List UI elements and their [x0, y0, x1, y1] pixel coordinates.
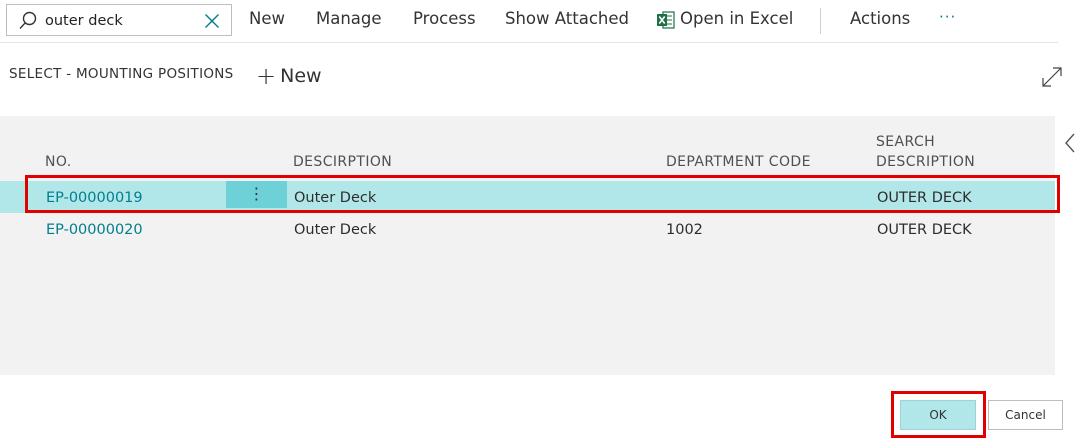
plus-icon: + [256, 62, 277, 90]
ok-button-highlight [891, 391, 986, 438]
row-description: Outer Deck [294, 222, 377, 238]
row-search-description: OUTER DECK [877, 222, 972, 238]
toolbar-open-in-excel-button[interactable]: Open in Excel [680, 9, 793, 28]
column-header-search-description-line1: SEARCH [876, 134, 936, 150]
search-icon [18, 11, 38, 35]
toolbar-manage-button[interactable]: Manage [316, 9, 382, 28]
row-department-code: 1002 [666, 222, 703, 238]
toolbar-actions-button[interactable]: Actions [850, 9, 910, 28]
selected-row-highlight [25, 175, 1060, 213]
toolbar-divider-line [0, 42, 1058, 43]
new-record-label: New [280, 65, 322, 87]
expand-icon[interactable] [1040, 65, 1064, 93]
column-header-search-description-line2: DESCRIPTION [876, 154, 976, 170]
toolbar-new-button[interactable]: New [249, 9, 285, 28]
column-header-description[interactable]: DESCIRPTION [293, 152, 392, 172]
row-no-link[interactable]: EP-00000020 [46, 221, 143, 239]
column-header-search-description[interactable]: SEARCH DESCRIPTION [876, 132, 975, 172]
column-header-no[interactable]: NO. [45, 152, 72, 172]
toolbar-divider [820, 8, 821, 34]
toolbar-show-attached-button[interactable]: Show Attached [505, 9, 629, 28]
more-options-button[interactable]: ··· [939, 8, 956, 26]
toolbar-process-button[interactable]: Process [413, 9, 476, 28]
search-box[interactable] [6, 4, 232, 36]
excel-icon [657, 11, 675, 33]
collapse-factbox-icon[interactable] [1064, 132, 1076, 158]
clear-search-icon[interactable] [204, 13, 220, 33]
page-title: SELECT - MOUNTING POSITIONS [9, 66, 234, 82]
search-input[interactable] [45, 11, 195, 31]
new-record-button[interactable]: + New [256, 62, 322, 90]
column-header-department-code[interactable]: DEPARTMENT CODE [666, 152, 811, 172]
cancel-button[interactable]: Cancel [988, 400, 1063, 430]
